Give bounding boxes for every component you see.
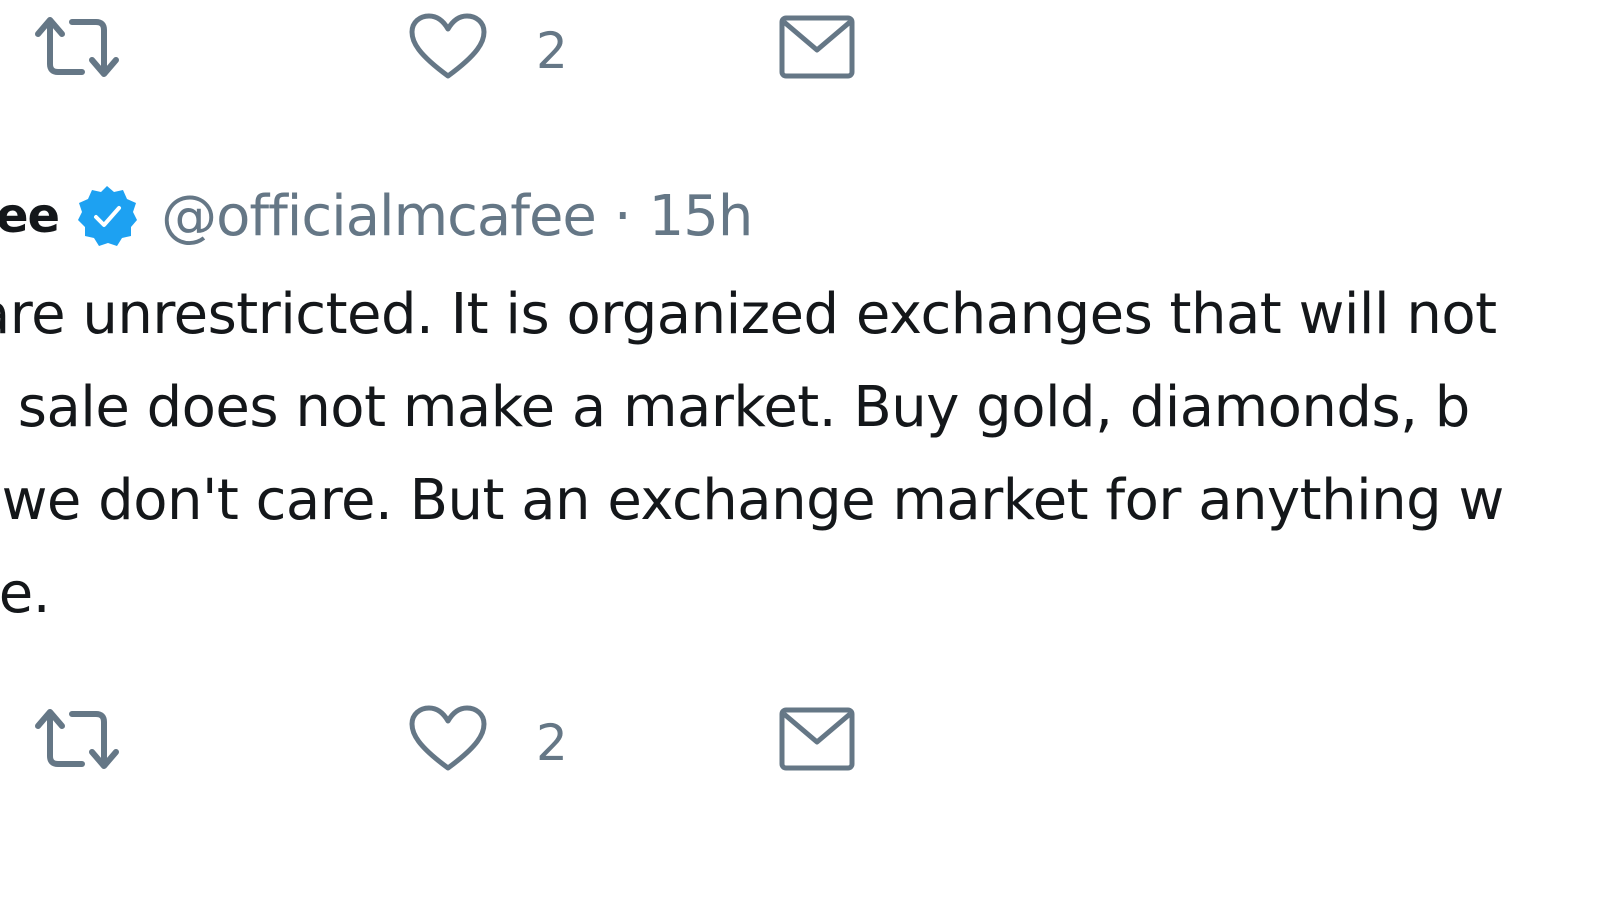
tweet-text: s are unrestricted. It is organized exch…	[0, 268, 1600, 640]
retweet-button[interactable]	[30, 704, 124, 774]
heart-icon	[408, 704, 488, 774]
tweet-header: ee @officialmcafee · 15h	[0, 176, 754, 256]
like-button[interactable]: 2	[408, 12, 568, 82]
direct-message-button[interactable]	[778, 704, 856, 774]
verified-badge-icon	[75, 184, 139, 248]
envelope-icon	[778, 704, 856, 774]
retweet-icon	[30, 12, 124, 82]
tweet-text-line: ite sale does not make a market. Buy gol…	[0, 375, 1470, 440]
tweet-text-line: . - we don't care. But an exchange marke…	[0, 468, 1504, 533]
tweet-actions: 2	[0, 2, 1600, 92]
tweet-actions: 2	[0, 694, 1600, 784]
author-display-name[interactable]: ee	[0, 188, 60, 244]
like-count: 2	[536, 714, 568, 772]
envelope-icon	[778, 12, 856, 82]
tweet-timestamp[interactable]: 15h	[649, 184, 754, 249]
retweet-icon	[30, 704, 124, 774]
like-button[interactable]: 2	[408, 704, 568, 774]
author-handle[interactable]: @officialmcafee	[161, 184, 597, 249]
direct-message-button[interactable]	[778, 12, 856, 82]
timeline: 2 ee @officialmcafee · 15h s are unrestr…	[0, 0, 1600, 900]
like-count: 2	[536, 22, 568, 80]
retweet-button[interactable]	[30, 12, 124, 82]
tweet-text-line: s are unrestricted. It is organized exch…	[0, 282, 1497, 347]
heart-icon	[408, 12, 488, 82]
tweet-text-line: one.	[0, 561, 51, 626]
header-separator: ·	[613, 183, 632, 249]
